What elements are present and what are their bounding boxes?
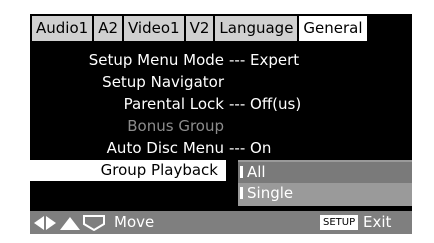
down-arrow-icon	[83, 215, 105, 231]
setting-row-parental-lock[interactable]: Parental Lock --- Off(us)	[30, 94, 412, 115]
tab-divider	[30, 41, 412, 50]
exit-hint-label: Exit	[363, 213, 392, 231]
tab-audio1[interactable]: Audio1	[32, 16, 93, 41]
dropdown-option-single[interactable]: Single	[238, 183, 412, 204]
setting-value: --- On	[229, 139, 272, 157]
tab-a2[interactable]: A2	[94, 16, 122, 41]
setup-menu-panel: Audio1 A2 Video1 V2 Language General Set…	[30, 14, 412, 234]
right-arrow-icon	[46, 216, 56, 230]
setup-key-badge[interactable]: SETUP	[320, 215, 359, 230]
setting-value: --- Expert	[229, 51, 300, 69]
setting-row-group-playback[interactable]: Group Playback	[30, 160, 226, 181]
setting-row-auto-disc-menu[interactable]: Auto Disc Menu --- On	[30, 138, 412, 159]
tab-v2[interactable]: V2	[185, 16, 214, 41]
tab-bar: Audio1 A2 Video1 V2 Language General	[32, 16, 367, 41]
tab-general[interactable]: General	[299, 16, 367, 41]
group-playback-dropdown[interactable]: All Single	[238, 160, 412, 206]
setting-label: Group Playback	[100, 161, 218, 179]
dropdown-option-all[interactable]: All	[238, 162, 412, 183]
setting-label: Bonus Group	[127, 117, 224, 135]
setting-value: --- Off(us)	[229, 95, 302, 113]
option-label: Single	[247, 184, 294, 202]
navigation-arrows-icon	[34, 215, 105, 231]
setting-row-setup-menu-mode[interactable]: Setup Menu Mode --- Expert	[30, 50, 412, 71]
setting-row-setup-navigator[interactable]: Setup Navigator	[30, 72, 412, 93]
move-hint-label: Move	[114, 213, 155, 231]
setting-row-bonus-group: Bonus Group	[30, 116, 412, 137]
setting-label: Auto Disc Menu	[106, 139, 224, 157]
option-marker-icon	[240, 187, 243, 199]
nav-icons	[34, 215, 112, 231]
setting-label: Setup Navigator	[102, 73, 224, 91]
tab-language[interactable]: Language	[215, 16, 298, 41]
screen: Audio1 A2 Video1 V2 Language General Set…	[0, 0, 434, 243]
up-arrow-icon	[60, 217, 80, 230]
setting-label: Setup Menu Mode	[88, 51, 224, 69]
option-marker-icon	[240, 166, 243, 178]
footer-bar: Move SETUP Exit	[30, 211, 412, 234]
left-arrow-icon	[34, 216, 44, 230]
option-label: All	[247, 163, 266, 181]
tab-video1[interactable]: Video1	[124, 16, 184, 41]
setting-label: Parental Lock	[123, 95, 224, 113]
